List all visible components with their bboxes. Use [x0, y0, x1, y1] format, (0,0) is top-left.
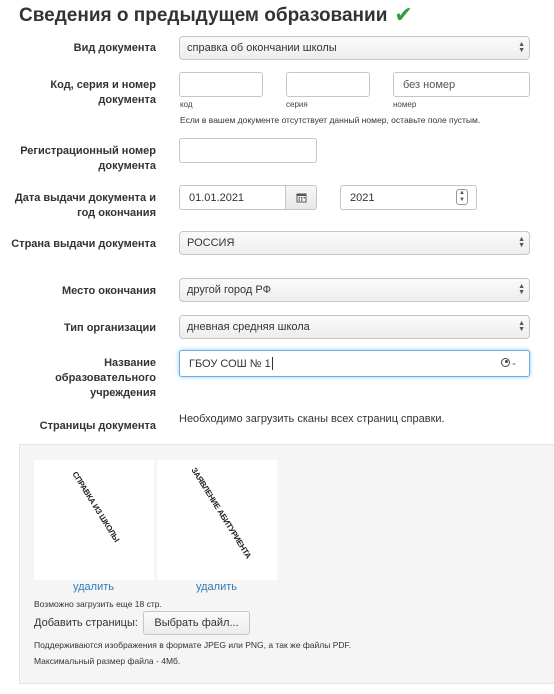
calendar-button[interactable]: [285, 185, 317, 210]
delete-link[interactable]: удалить: [73, 581, 114, 593]
institution-input[interactable]: ГБОУ СОШ № 1: [179, 350, 530, 377]
org-type-value: дневная средняя школа: [187, 321, 310, 333]
year-stepper-icon[interactable]: ▲ ▼: [456, 189, 468, 205]
thumbnail-caption: ЗАЯВЛЕНИЕ АБИТУРИЕНТА: [189, 466, 253, 561]
select-arrows-icon: ▲ ▼: [518, 41, 525, 54]
page-thumbnail[interactable]: СПРАВКА ИЗ ШКОЛЫ: [34, 460, 154, 580]
select-arrows-icon: ▲ ▼: [518, 320, 525, 333]
formats-note: Поддерживаются изображения в формате JPE…: [34, 640, 352, 650]
text-cursor: [271, 357, 273, 370]
select-arrows-icon: ▲ ▼: [518, 236, 525, 249]
select-arrows-icon: ▲ ▼: [518, 283, 525, 296]
institution-value: ГБОУ СОШ № 1: [189, 357, 271, 370]
section-title: Сведения о предыдущем образовании ✔: [19, 2, 413, 27]
choose-file-button[interactable]: Выбрать файл...: [143, 611, 250, 635]
country-value: РОССИЯ: [187, 237, 235, 249]
section-title-text: Сведения о предыдущем образовании: [19, 5, 388, 26]
pages-note: Необходимо загрузить сканы всех страниц …: [179, 413, 445, 425]
doc-type-label: Вид документа: [73, 42, 156, 54]
thumbnail-caption: СПРАВКА ИЗ ШКОЛЫ: [70, 470, 122, 544]
autofill-contact-icon[interactable]: ⌄: [501, 358, 517, 367]
add-pages-label: Добавить страницы:: [34, 617, 138, 629]
institution-label: Название образовательного учреждения: [55, 357, 156, 399]
delete-link[interactable]: удалить: [196, 581, 237, 593]
country-select[interactable]: РОССИЯ ▲ ▼: [179, 231, 530, 255]
country-label: Страна выдачи документа: [11, 238, 156, 250]
place-label: Место окончания: [61, 285, 156, 297]
remaining-pages-text: Возможно загрузить еще 18 стр.: [34, 599, 162, 609]
doc-number-input[interactable]: без номер: [393, 72, 530, 97]
org-type-label: Тип организации: [63, 322, 156, 334]
pages-label: Страницы документа: [39, 420, 156, 432]
doc-type-value: справка об окончании школы: [187, 42, 337, 54]
series-sublabel: серия: [286, 100, 308, 109]
code-sublabel: код: [180, 100, 193, 109]
reg-number-input[interactable]: [179, 138, 317, 163]
doc-code-input[interactable]: [179, 72, 263, 97]
place-value: другой город РФ: [187, 284, 271, 296]
checkmark-icon: ✔: [394, 2, 413, 27]
doc-code-label: Код, серия и номер документа: [50, 79, 156, 106]
max-size-note: Максимальный размер файла - 4Мб.: [34, 656, 181, 666]
page-thumbnail[interactable]: ЗАЯВЛЕНИЕ АБИТУРИЕНТА: [157, 460, 277, 580]
doc-series-input[interactable]: [286, 72, 370, 97]
calendar-icon: [296, 193, 306, 203]
issue-date-label: Дата выдачи документа и год окончания: [14, 192, 156, 219]
number-sublabel: номер: [393, 100, 417, 109]
issue-date-input[interactable]: 01.01.2021: [179, 185, 286, 210]
reg-number-label: Регистрационный номер документа: [20, 145, 156, 172]
doc-type-select[interactable]: справка об окончании школы ▲ ▼: [179, 36, 530, 60]
org-type-select[interactable]: дневная средняя школа ▲ ▼: [179, 315, 530, 339]
doc-number-hint: Если в вашем документе отсутствует данны…: [180, 115, 481, 125]
place-select[interactable]: другой город РФ ▲ ▼: [179, 278, 530, 302]
